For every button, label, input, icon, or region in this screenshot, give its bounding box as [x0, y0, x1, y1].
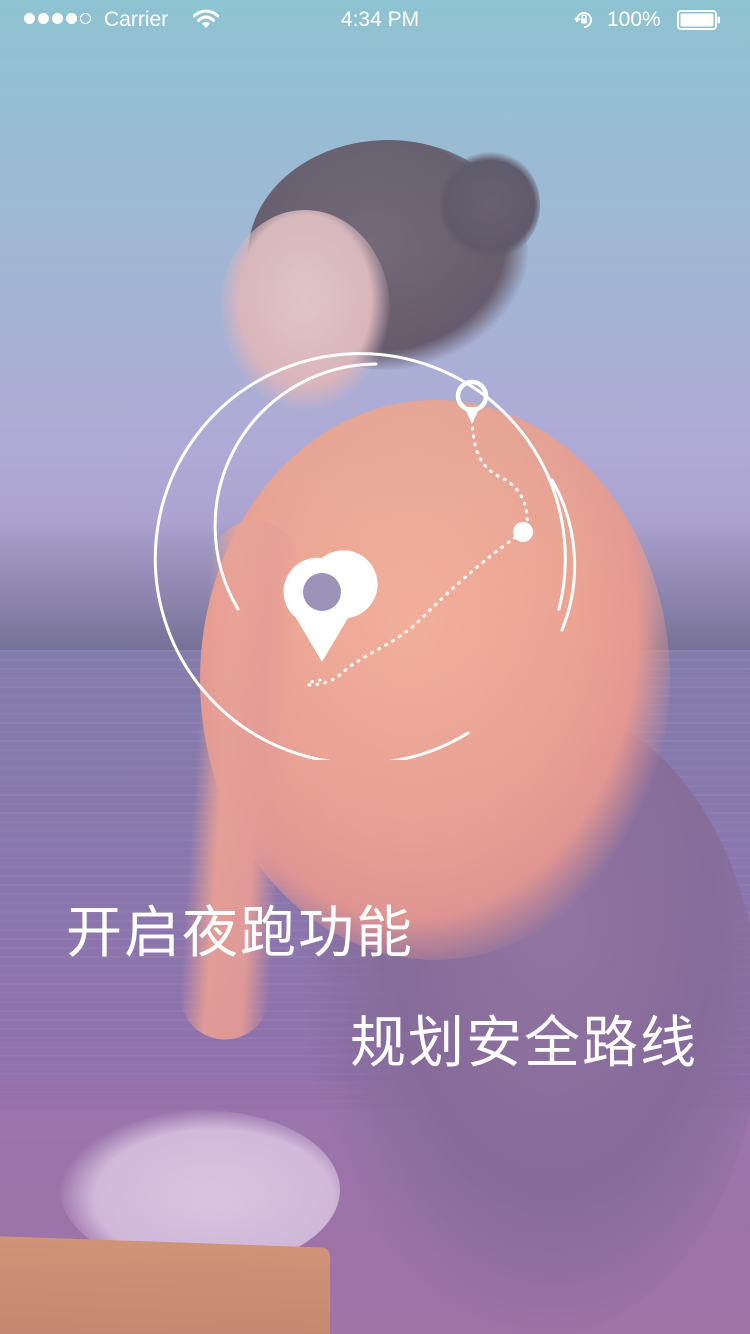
battery-percentage: 100% [607, 8, 661, 31]
waypoint-dot [513, 522, 533, 542]
route-path [305, 410, 529, 687]
route-illustration [153, 352, 577, 760]
start-pin-icon [283, 550, 378, 662]
onboarding-screen: Carrier 4:34 PM 100% 开启夜跑功能 规划安全路线 [0, 0, 750, 1334]
feature-title: 开启夜跑功能 [66, 901, 414, 964]
orientation-lock-icon [574, 12, 592, 28]
status-bar: Carrier 4:34 PM 100% [0, 0, 750, 40]
feature-subtitle: 规划安全路线 [350, 1011, 698, 1074]
battery-icon [677, 10, 720, 30]
inner-arc-right [550, 478, 577, 632]
